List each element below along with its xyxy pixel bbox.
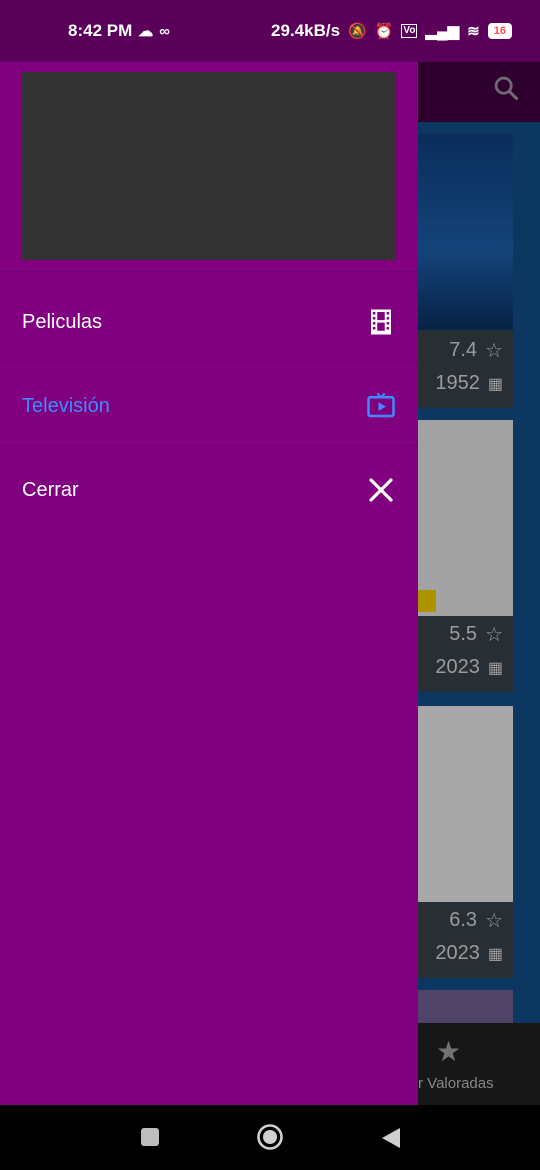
battery-icon: 16 <box>487 23 512 39</box>
menu-item-peliculas[interactable]: Peliculas <box>0 280 418 364</box>
cloud-icon: ☁ <box>138 22 154 40</box>
mute-icon: 🔕 <box>348 22 367 40</box>
menu-item-label: Cerrar <box>22 478 79 501</box>
status-bar: 8:42 PM ☁ ∞ 29.4kB/s 🔕 ⏰ Vo ▂▄▆ ≋ 16 <box>0 0 540 62</box>
menu-item-label: Televisión <box>22 394 110 417</box>
volte-icon: Vo <box>401 24 418 38</box>
drawer-header-image <box>22 72 396 260</box>
status-time: 8:42 PM <box>68 21 133 40</box>
recents-button[interactable] <box>140 1127 160 1147</box>
navigation-drawer: Peliculas Televisión Cerrar <box>0 50 418 1105</box>
menu-item-label: Peliculas <box>22 310 103 333</box>
voicemail-icon: ∞ <box>159 22 170 40</box>
wifi-icon: ≋ <box>467 22 480 40</box>
tv-icon <box>367 392 395 418</box>
network-speed: 29.4kB/s <box>271 21 341 40</box>
home-button[interactable] <box>256 1123 284 1151</box>
film-icon <box>371 309 391 335</box>
signal-icon: ▂▄▆ <box>425 22 460 40</box>
menu-item-cerrar[interactable]: Cerrar <box>0 448 418 532</box>
menu-item-television[interactable]: Televisión <box>0 364 418 448</box>
system-navigation-bar <box>0 1105 540 1170</box>
alarm-icon: ⏰ <box>374 22 394 40</box>
divider <box>0 271 418 272</box>
back-button[interactable] <box>380 1126 402 1150</box>
divider <box>0 445 418 446</box>
divider <box>0 361 418 362</box>
close-icon <box>369 478 393 502</box>
